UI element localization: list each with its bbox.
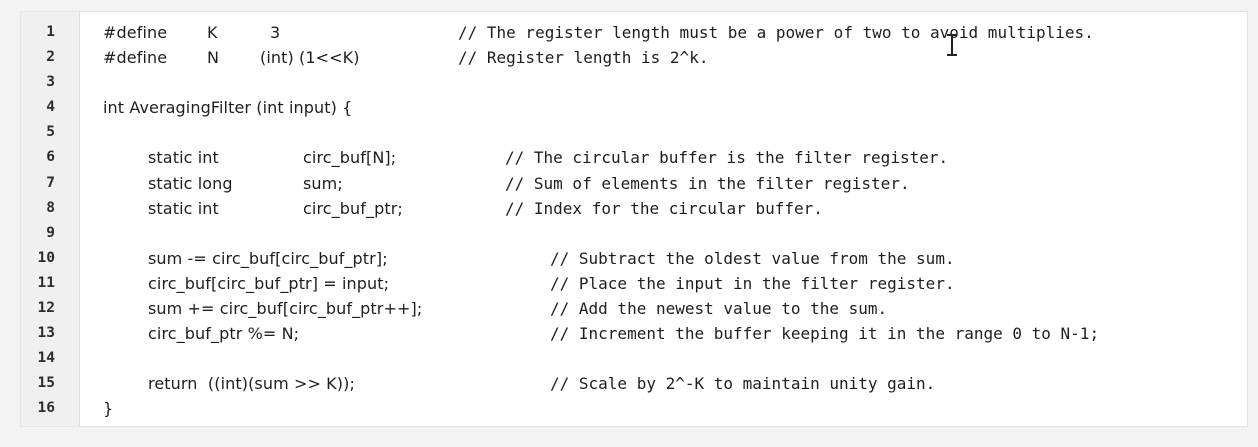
code-line-3[interactable]: 3: [21, 71, 1249, 96]
code-comment: // Add the newest value to the sum.: [550, 299, 888, 319]
code-comment: // Register length is 2^k.: [458, 48, 709, 68]
code-line-12[interactable]: 12 sum += circ_buf[circ_buf_ptr++]; // A…: [21, 297, 1249, 322]
code-lines: 1 #define K 3 // The register length mus…: [21, 21, 1249, 423]
line-number: 5: [46, 124, 55, 141]
code-line-14[interactable]: 14: [21, 347, 1249, 372]
code-line-1[interactable]: 1 #define K 3 // The register length mus…: [21, 21, 1249, 46]
line-number: 9: [46, 224, 55, 241]
code-comment: // The register length must be a power o…: [458, 23, 1094, 42]
code-comment: // Increment the buffer keeping it in th…: [550, 324, 1100, 344]
code-text: sum -= circ_buf[circ_buf_ptr];: [148, 248, 388, 268]
code-line-13[interactable]: 13 circ_buf_ptr %= N; // Increment the b…: [21, 322, 1249, 347]
line-number: 16: [37, 400, 55, 417]
code-line-15[interactable]: 15 return ((int)(sum >> K)); // Scale by…: [21, 372, 1249, 397]
code-line-4[interactable]: 4 int AveragingFilter (int input) {: [21, 96, 1249, 121]
code-comment: // Subtract the oldest value from the su…: [550, 248, 955, 268]
code-line-9[interactable]: 9: [21, 222, 1249, 247]
code-text: sum += circ_buf[circ_buf_ptr++];: [148, 299, 423, 319]
code-line-8[interactable]: 8 static int circ_buf_ptr; // Index for …: [21, 197, 1249, 222]
code-comment: // Index for the circular buffer.: [505, 198, 823, 218]
line-number: 1: [46, 24, 55, 40]
declaration-name: sum;: [303, 173, 343, 193]
line-number: 3: [46, 74, 55, 91]
code-line-16[interactable]: 16 }: [21, 397, 1249, 422]
code-line-5[interactable]: 5: [21, 121, 1249, 146]
code-text: return ((int)(sum >> K));: [148, 374, 355, 394]
code-comment: // Scale by 2^-K to maintain unity gain.: [550, 374, 936, 394]
code-line-10[interactable]: 10 sum -= circ_buf[circ_buf_ptr]; // Sub…: [21, 247, 1249, 272]
declaration-name: circ_buf_ptr;: [303, 198, 403, 218]
declaration-type: static int: [148, 198, 219, 218]
code-line-7[interactable]: 7 static long sum; // Sum of elements in…: [21, 172, 1249, 197]
declaration-name: circ_buf[N];: [303, 148, 397, 168]
code-text: int AveragingFilter (int input) {: [103, 98, 353, 118]
line-number: 14: [37, 350, 55, 367]
code-comment: // Sum of elements in the filter registe…: [505, 173, 910, 193]
code-text: circ_buf[circ_buf_ptr] = input;: [148, 273, 390, 293]
macro-value: (int) (1<<K): [260, 48, 360, 68]
line-number: 11: [37, 274, 55, 291]
macro-name: K: [207, 23, 218, 42]
line-number: 15: [37, 375, 55, 392]
code-comment: // The circular buffer is the filter reg…: [505, 148, 949, 168]
declaration-type: static int: [148, 148, 219, 168]
line-number: 6: [46, 149, 55, 166]
code-text: }: [103, 399, 114, 419]
code-line-2[interactable]: 2 #define N (int) (1<<K) // Register len…: [21, 46, 1249, 71]
code-line-11[interactable]: 11 circ_buf[circ_buf_ptr] = input; // Pl…: [21, 272, 1249, 297]
macro-name: N: [207, 48, 220, 68]
line-number: 4: [46, 99, 55, 116]
code-line-6[interactable]: 6 static int circ_buf[N]; // The circula…: [21, 146, 1249, 171]
macro-value: 3: [270, 23, 281, 42]
line-number: 8: [46, 199, 55, 216]
line-number: 13: [37, 325, 55, 342]
line-number: 2: [46, 49, 55, 66]
code-text: circ_buf_ptr %= N;: [148, 324, 300, 344]
declaration-type: static long: [148, 173, 233, 193]
text-cursor-icon: [947, 34, 957, 56]
line-number: 10: [37, 249, 55, 266]
line-number: 12: [37, 300, 55, 317]
code-editor[interactable]: 1 #define K 3 // The register length mus…: [20, 11, 1248, 427]
define-keyword: #define: [103, 48, 168, 68]
define-keyword: #define: [103, 23, 168, 42]
code-comment: // Place the input in the filter registe…: [550, 273, 955, 293]
line-number: 7: [46, 174, 55, 191]
